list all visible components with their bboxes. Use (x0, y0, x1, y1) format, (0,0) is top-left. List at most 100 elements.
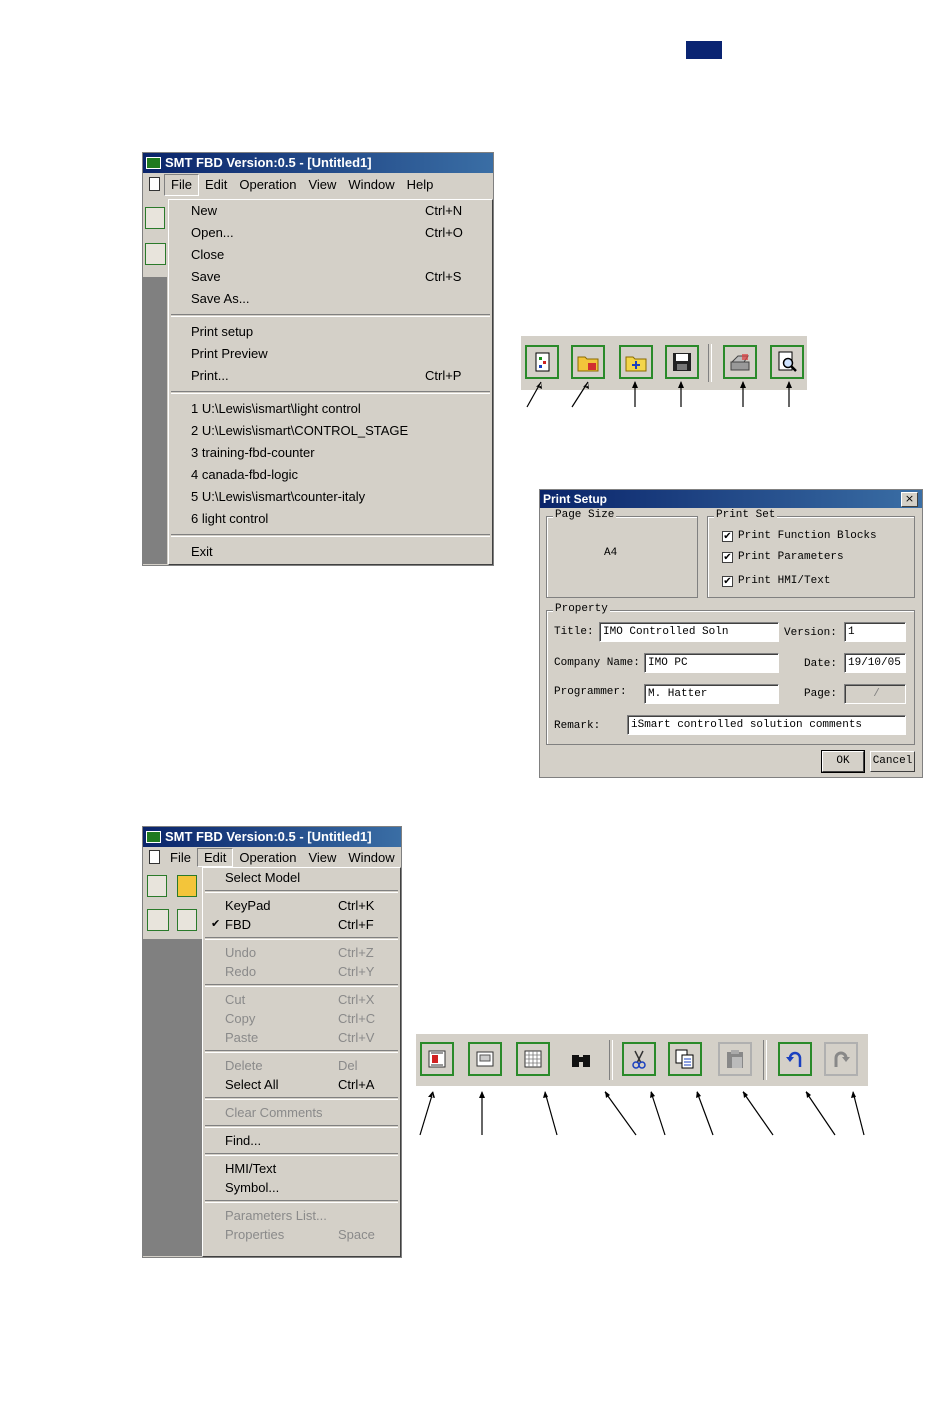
fbd-view-icon[interactable] (147, 909, 169, 931)
menu-item-label: 5 U:\Lewis\ismart\counter-italy (191, 489, 366, 504)
menu-item[interactable]: Select All Ctrl+A (203, 1075, 400, 1094)
open-project-icon[interactable] (619, 345, 653, 379)
recent-file-item[interactable]: 3 training-fbd-counter (169, 442, 492, 464)
menu-item[interactable]: Print... Ctrl+P (169, 365, 492, 387)
menu-item: Properties Space (203, 1225, 400, 1244)
menu-item-label: Parameters List... (225, 1208, 327, 1223)
menu-item-label: Copy (225, 1011, 256, 1026)
menu-edit[interactable]: Edit (196, 848, 234, 867)
menu-item-label: Save (191, 269, 221, 284)
close-icon[interactable]: × (901, 492, 918, 507)
company-name-field[interactable]: IMO PC (644, 653, 779, 673)
menu-item[interactable]: Open... Ctrl+O (169, 222, 492, 244)
copy-icon[interactable] (668, 1042, 702, 1076)
menu-item-shortcut: Ctrl+K (338, 898, 375, 913)
open-folder-icon[interactable] (571, 345, 605, 379)
menu-operation[interactable]: Operation (233, 173, 302, 197)
menu-item[interactable]: Save Ctrl+S (169, 266, 492, 288)
menu-item-label: 1 U:\Lewis\ismart\light control (191, 401, 361, 416)
callout-arrow (805, 1091, 836, 1136)
menu-window[interactable]: Window (342, 848, 400, 867)
menu-item-shortcut: Ctrl+Y (338, 964, 375, 979)
menu-item-label: Print Preview (191, 346, 268, 361)
version-label: Version: (784, 627, 837, 639)
menu-help[interactable]: Help (401, 173, 440, 197)
cut-scissors-icon[interactable] (622, 1042, 656, 1076)
menu-item-label: Open... (191, 225, 234, 240)
menu-file[interactable]: File (164, 174, 199, 196)
toolbar-strip (143, 197, 167, 277)
menu-item[interactable]: Print Preview (169, 343, 492, 365)
fbd-view-icon[interactable] (145, 243, 166, 265)
callout-arrow (696, 1091, 714, 1136)
undo-icon[interactable] (778, 1042, 812, 1076)
cancel-button[interactable]: Cancel (870, 751, 915, 772)
menu-item: Clear Comments (203, 1103, 400, 1122)
menu-item-shortcut: Del (338, 1058, 358, 1073)
find-binoculars-icon[interactable] (564, 1042, 598, 1076)
menu-item[interactable]: New Ctrl+N (169, 200, 492, 222)
callout-arrow (650, 1091, 666, 1136)
menu-view[interactable]: View (302, 173, 342, 197)
menu-item-exit[interactable]: Exit (169, 541, 492, 563)
menu-item[interactable]: KeyPad Ctrl+K (203, 896, 400, 915)
title-field[interactable]: IMO Controlled Soln (599, 622, 779, 642)
menu-item[interactable]: Select Model (203, 868, 400, 887)
programmer-field[interactable]: M. Hatter (644, 684, 779, 704)
menu-item[interactable]: ✔ FBD Ctrl+F (203, 915, 400, 934)
dialog-title: Print Setup (540, 490, 922, 508)
menu-item-shortcut: Ctrl+V (338, 1030, 375, 1045)
window-titlebar: SMT FBD Version:0.5 - [Untitled1] (143, 153, 493, 173)
recent-file-item[interactable]: 4 canada-fbd-logic (169, 464, 492, 486)
new-file-icon[interactable] (147, 875, 167, 897)
menu-window[interactable]: Window (342, 173, 400, 197)
menu-item[interactable]: Print setup (169, 321, 492, 343)
select-model-icon[interactable] (420, 1042, 454, 1076)
menu-item[interactable]: HMI/Text (203, 1159, 400, 1178)
document-icon[interactable] (149, 177, 160, 191)
date-label: Date: (804, 658, 838, 670)
print-set-checkbox[interactable]: ✔ (722, 552, 733, 563)
select-model-icon[interactable] (177, 909, 197, 931)
menu-separator (205, 1200, 398, 1203)
menu-item-label: Close (191, 247, 225, 262)
fbd-grid-icon[interactable] (516, 1042, 550, 1076)
menu-item[interactable]: Save As... (169, 288, 492, 310)
menu-item-shortcut: Ctrl+O (425, 225, 463, 240)
menu-item-shortcut: Space (338, 1227, 375, 1242)
recent-file-item[interactable]: 2 U:\Lewis\ismart\CONTROL_STAGE (169, 420, 492, 442)
menu-item[interactable]: Find... (203, 1131, 400, 1150)
property-label: Property (553, 603, 610, 615)
recent-file-item[interactable]: 1 U:\Lewis\ismart\light control (169, 398, 492, 420)
paste-icon[interactable] (718, 1042, 752, 1076)
ok-button[interactable]: OK (821, 750, 865, 773)
print-setup-dialog: Print Setup × Page Size A4 Print Set ✔ Pr… (539, 489, 923, 778)
menu-file[interactable]: File (164, 848, 197, 867)
printer-icon[interactable] (723, 345, 757, 379)
recent-file-item[interactable]: 6 light control (169, 508, 492, 530)
keypad-icon[interactable] (468, 1042, 502, 1076)
print-preview-icon[interactable] (770, 345, 804, 379)
menu-item-label: Print setup (191, 324, 254, 339)
file-menu-window: SMT FBD Version:0.5 - [Untitled1] File Ed… (142, 152, 494, 566)
toolbar-separator (708, 344, 712, 382)
menu-item: Redo Ctrl+Y (203, 962, 400, 981)
document-icon[interactable] (149, 850, 160, 864)
menu-operation[interactable]: Operation (233, 848, 302, 867)
menu-view[interactable]: View (302, 848, 342, 867)
menu-edit[interactable]: Edit (199, 173, 233, 197)
save-disk-icon[interactable] (665, 345, 699, 379)
date-field[interactable]: 19/10/05 (844, 653, 906, 673)
callout-arrow (544, 1091, 558, 1136)
new-file-icon[interactable] (525, 345, 559, 379)
open-folder-icon[interactable] (177, 875, 197, 897)
version-field[interactable]: 1 (844, 622, 906, 642)
recent-file-item[interactable]: 5 U:\Lewis\ismart\counter-italy (169, 486, 492, 508)
menu-item[interactable]: Symbol... (203, 1178, 400, 1197)
new-file-icon[interactable] (145, 207, 165, 229)
print-set-checkbox[interactable]: ✔ (722, 576, 733, 587)
menu-item[interactable]: Close (169, 244, 492, 266)
print-set-checkbox[interactable]: ✔ (722, 531, 733, 542)
remark-field[interactable]: iSmart controlled solution comments (627, 715, 906, 735)
redo-icon[interactable] (824, 1042, 858, 1076)
